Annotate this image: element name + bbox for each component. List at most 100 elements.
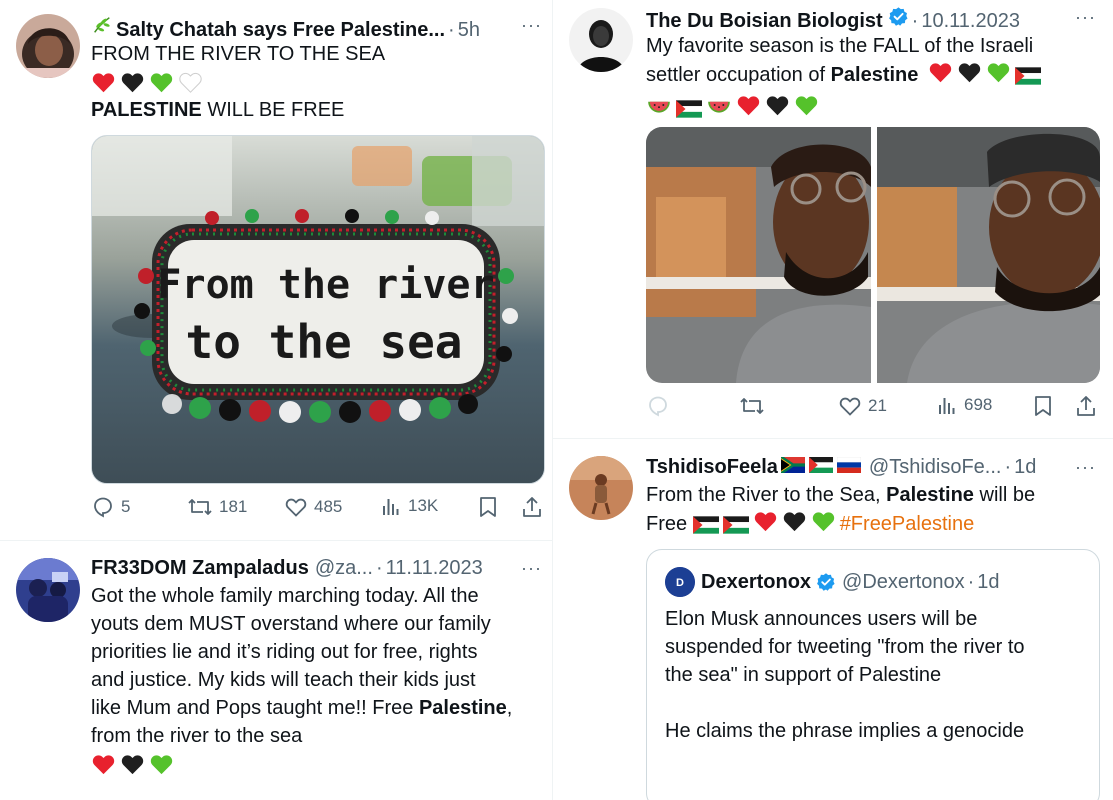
- black-heart-icon: [782, 509, 807, 534]
- tweet-image-grid: [646, 127, 1100, 383]
- more-options-icon[interactable]: ···: [521, 558, 542, 579]
- tweet-line: like Mum and Pops taught me!! Free Pales…: [91, 694, 546, 722]
- tweet-line-part: ,: [506, 697, 513, 719]
- tweet-image-right[interactable]: [877, 127, 1100, 383]
- like-count: 21: [868, 396, 887, 415]
- tweet-tshidisofeela[interactable]: TshidisoFeela @TshidisoFe... · 1d ··· Fr…: [553, 439, 1113, 800]
- avatar[interactable]: [569, 456, 633, 520]
- emoji-row: [91, 750, 546, 778]
- quoted-timestamp[interactable]: 1d: [977, 571, 999, 594]
- views-button[interactable]: 13K: [380, 495, 438, 517]
- retweet-icon: [740, 398, 764, 414]
- heart-outline-icon: [285, 498, 307, 517]
- herb-icon: [91, 14, 113, 42]
- tweet-text: My favorite season is the FALL of the Is…: [646, 32, 1086, 119]
- display-name[interactable]: The Du Boisian Biologist: [646, 10, 883, 33]
- quoted-tweet[interactable]: D Dexertonox @Dexertonox · 1d Elon Musk …: [646, 549, 1100, 800]
- heart-outline-icon: [839, 397, 861, 416]
- right-column: The Du Boisian Biologist · 10.11.2023 ··…: [552, 0, 1113, 800]
- green-heart-icon: [149, 70, 174, 95]
- tweet-line-part: settler occupation of: [646, 64, 831, 86]
- user-handle[interactable]: @za...: [315, 557, 373, 580]
- display-name[interactable]: FR33DOM Zampaladus: [91, 557, 309, 580]
- black-heart-icon: [957, 60, 982, 85]
- tweet-actions: 5 181 485 13K: [91, 495, 545, 523]
- share-button[interactable]: [521, 495, 543, 519]
- tweet-header: Salty Chatah says Free Palestine... · 5h: [91, 14, 480, 42]
- share-button[interactable]: [1075, 394, 1097, 418]
- views-button[interactable]: 698: [936, 394, 992, 416]
- avatar[interactable]: [16, 558, 80, 622]
- tweet-line-part: will be: [973, 484, 1036, 506]
- bookmark-icon: [1035, 396, 1051, 416]
- hashtag-link[interactable]: #FreePalestine: [840, 513, 975, 535]
- quoted-display-name[interactable]: Dexertonox: [701, 571, 811, 594]
- tweet-line-part: like Mum and Pops taught me!! Free: [91, 697, 419, 719]
- red-heart-icon: [91, 70, 116, 95]
- bold-word: Palestine: [830, 64, 919, 86]
- russia-flag-icon: [836, 457, 861, 473]
- retweet-icon: [188, 499, 212, 515]
- tweet-line: and justice. My kids will teach their ki…: [91, 669, 476, 691]
- tweet-header: FR33DOM Zampaladus @za... · 11.11.2023: [91, 557, 483, 580]
- tweet-actions: 21 698: [646, 394, 1100, 422]
- tweet-line: My favorite season is the FALL of the Is…: [646, 35, 1034, 57]
- red-heart-icon: [91, 752, 116, 777]
- palestine-flag-icon: [676, 100, 702, 118]
- green-heart-icon: [794, 93, 819, 118]
- svg-text:D: D: [676, 577, 684, 589]
- display-name[interactable]: Salty Chatah says Free Palestine...: [116, 19, 445, 42]
- green-heart-icon: [149, 752, 174, 777]
- black-heart-icon: [120, 70, 145, 95]
- tweet-image-left[interactable]: [646, 127, 871, 383]
- display-name[interactable]: TshidisoFeela: [646, 456, 778, 479]
- green-heart-icon: [811, 509, 836, 534]
- palestine-flag-icon: [809, 457, 833, 473]
- emoji-row: [91, 68, 541, 96]
- retweet-button[interactable]: 181: [187, 495, 247, 519]
- separator-dot: ·: [375, 557, 383, 579]
- tweet-line: settler occupation of Palestine: [646, 60, 1086, 89]
- views-count: 698: [964, 395, 993, 414]
- share-icon: [1077, 396, 1095, 416]
- green-heart-icon: [986, 60, 1011, 85]
- bookmark-button[interactable]: [477, 495, 499, 519]
- bookmark-button[interactable]: [1032, 394, 1054, 418]
- timestamp[interactable]: 5h: [458, 19, 480, 42]
- tweet-line: He claims the phrase implies a genocide: [665, 720, 1025, 742]
- quoted-avatar[interactable]: D: [665, 567, 695, 597]
- red-heart-icon: [928, 60, 953, 85]
- black-heart-icon: [765, 93, 790, 118]
- black-heart-icon: [120, 752, 145, 777]
- tweet-salty-chatah[interactable]: Salty Chatah says Free Palestine... · 5h…: [0, 0, 552, 540]
- reply-button[interactable]: 5: [91, 495, 130, 519]
- reply-button[interactable]: [646, 394, 676, 418]
- quoted-user-handle[interactable]: @Dexertonox: [842, 571, 965, 594]
- bookmark-icon: [480, 497, 496, 517]
- avatar[interactable]: [16, 14, 80, 78]
- verified-badge-icon: [816, 572, 836, 592]
- bold-word: Palestine: [418, 697, 507, 719]
- timestamp[interactable]: 10.11.2023: [921, 10, 1020, 33]
- tweet-image-beaded-patch[interactable]: From the river to the sea: [91, 135, 545, 484]
- palestine-flag-icon: [1015, 67, 1041, 85]
- timestamp[interactable]: 11.11.2023: [386, 557, 483, 580]
- separator-dot: ·: [1004, 456, 1012, 478]
- tweet-du-boisian-biologist[interactable]: The Du Boisian Biologist · 10.11.2023 ··…: [553, 0, 1113, 438]
- more-options-icon[interactable]: ···: [1075, 457, 1096, 478]
- user-handle[interactable]: @TshidisoFe...: [869, 456, 1002, 479]
- red-heart-icon: [736, 93, 761, 118]
- tweet-fr33dom-zampaladus[interactable]: FR33DOM Zampaladus @za... · 11.11.2023 ·…: [0, 541, 552, 800]
- more-options-icon[interactable]: ···: [521, 15, 542, 36]
- like-button[interactable]: 21: [838, 394, 887, 418]
- more-options-icon[interactable]: ···: [1075, 7, 1096, 28]
- retweet-button[interactable]: [739, 394, 771, 418]
- avatar[interactable]: [569, 8, 633, 72]
- tweet-line: Got the whole family marching today. All…: [91, 585, 479, 607]
- timestamp[interactable]: 1d: [1014, 456, 1036, 479]
- like-button[interactable]: 485: [284, 495, 342, 519]
- views-count: 13K: [408, 496, 439, 515]
- tweet-header: The Du Boisian Biologist · 10.11.2023: [646, 6, 1020, 33]
- south-africa-flag-icon: [780, 457, 805, 473]
